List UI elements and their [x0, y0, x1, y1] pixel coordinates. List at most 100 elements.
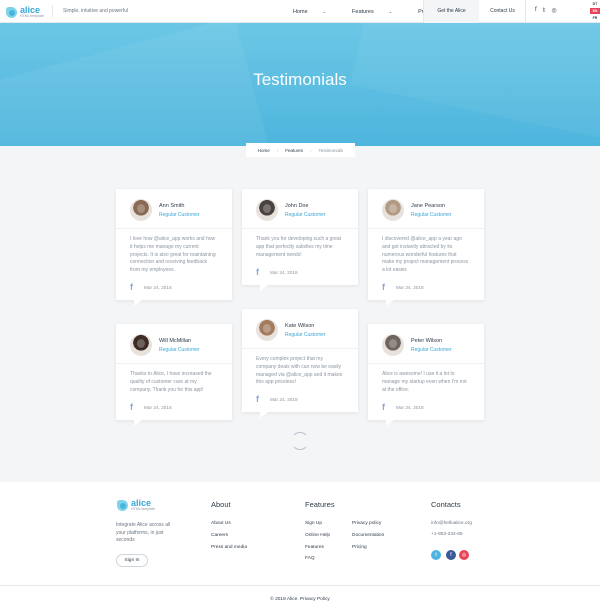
- testimonial-card: Will McMillan Regular Customer Thanks to A…: [116, 324, 232, 426]
- customer-role: Regular Customer: [159, 212, 200, 218]
- testimonial-text: Thanks to Alice, I have increased the qu…: [130, 371, 212, 393]
- speech-tail: [260, 285, 268, 291]
- facebook-icon[interactable]: f: [446, 550, 456, 560]
- facebook-icon[interactable]: f: [130, 403, 136, 412]
- footer-logo[interactable]: alice HTML template: [117, 499, 155, 512]
- card-header: Peter Wilson Regular Customer: [368, 324, 484, 364]
- instagram-icon[interactable]: ◎: [459, 550, 469, 560]
- testimonial-text: Thank you for developing such a great ap…: [256, 236, 342, 258]
- breadcrumb: Home › Features › Testimonials: [246, 143, 355, 157]
- footer-about-title: About: [211, 500, 231, 509]
- facebook-icon[interactable]: f: [382, 283, 388, 292]
- testimonial-card: John Doe Regular Customer Thank you for de…: [242, 189, 358, 291]
- footer-contacts-title: Contacts: [431, 500, 461, 509]
- testimonial-card: Ann Smith Regular Customer I love how @ali…: [116, 189, 232, 306]
- footer-link-online-help[interactable]: Online Help: [305, 533, 330, 538]
- card-footer: f Mar 24, 2018: [256, 268, 298, 277]
- speech-tail: [260, 412, 268, 418]
- chevron-down-icon: ⌄: [388, 8, 393, 14]
- footer-link-careers[interactable]: Careers: [211, 533, 228, 538]
- hero-banner: Testimonials: [0, 23, 600, 146]
- speech-tail: [134, 420, 142, 426]
- customer-name: Jane Pearson: [411, 203, 445, 209]
- breadcrumb-current: Testimonials: [318, 147, 344, 153]
- card-footer: f Mar 24, 2018: [256, 395, 298, 404]
- footer-phone[interactable]: +1-853-234-65: [431, 532, 463, 537]
- page-title: Testimonials: [253, 70, 347, 89]
- customer-name: Will McMillan: [159, 338, 192, 344]
- customer-name: Ann Smith: [159, 203, 185, 209]
- customer-role: Regular Customer: [411, 347, 452, 353]
- testimonial-date: Mar 24, 2018: [396, 405, 424, 410]
- tagline: Simple, intuitive and powerful: [52, 5, 128, 17]
- testimonial-card: Kate Wilson Regular Customer Every complex…: [242, 309, 358, 418]
- testimonial-text: I discovered @alice_app a year ago and g…: [382, 236, 469, 274]
- testimonial-card: Peter Wilson Regular Customer Alice is awe…: [368, 324, 484, 426]
- load-more-icon[interactable]: [291, 432, 309, 450]
- contact-us-button[interactable]: Contact Us: [480, 0, 526, 23]
- testimonial-text: Alice is awesome! I use it a lot to mana…: [382, 371, 467, 393]
- get-alice-button[interactable]: Get the Alice: [423, 0, 479, 23]
- speech-tail: [386, 420, 394, 426]
- customer-role: Regular Customer: [285, 332, 326, 338]
- logo-mark-icon: [117, 499, 128, 511]
- header: alice HTML template Simple, intuitive an…: [0, 0, 600, 23]
- card-footer: f Mar 24, 2018: [130, 403, 172, 412]
- avatar: [256, 319, 278, 341]
- card-footer: f Mar 24, 2018: [130, 283, 172, 292]
- testimonial-date: Mar 24, 2018: [270, 397, 298, 402]
- card-footer: f Mar 24, 2018: [382, 403, 424, 412]
- sign-in-button[interactable]: Sign In: [116, 554, 148, 567]
- logo[interactable]: alice HTML template: [6, 4, 44, 20]
- twitter-icon[interactable]: 𝕥: [543, 7, 546, 14]
- header-socials: f 𝕥 ◎: [535, 7, 557, 14]
- customer-name: Kate Wilson: [285, 323, 315, 329]
- customer-name: John Doe: [285, 203, 309, 209]
- footer-link-sign-up[interactable]: Sign Up: [305, 521, 322, 526]
- footer-features-title: Features: [305, 500, 335, 509]
- instagram-icon[interactable]: ◎: [551, 7, 556, 14]
- facebook-icon[interactable]: f: [256, 268, 262, 277]
- avatar: [130, 199, 152, 221]
- testimonial-text: I love how @alice_app works and how it h…: [130, 236, 216, 274]
- customer-role: Regular Customer: [411, 212, 452, 218]
- footer-link-privacy[interactable]: Privacy policy: [352, 521, 381, 526]
- footer-logo-subtitle: HTML template: [131, 507, 155, 511]
- logo-subtitle: HTML template: [20, 13, 44, 18]
- lang-en[interactable]: EN: [590, 8, 600, 14]
- footer-link-pricing[interactable]: Pricing: [352, 545, 367, 550]
- facebook-icon[interactable]: f: [535, 7, 537, 14]
- footer-link-faq[interactable]: FAQ: [305, 556, 315, 561]
- breadcrumb-separator: ›: [276, 147, 279, 153]
- facebook-icon[interactable]: f: [130, 283, 136, 292]
- facebook-icon[interactable]: f: [382, 403, 388, 412]
- testimonial-card: Jane Pearson Regular Customer I discovered…: [368, 189, 484, 306]
- footer-link-features[interactable]: Features: [305, 545, 324, 550]
- lang-fr[interactable]: FR: [590, 15, 600, 21]
- avatar: [256, 199, 278, 221]
- testimonial-text: Every complex project that my company de…: [256, 356, 343, 386]
- nav-item-features[interactable]: Features ⌄: [352, 9, 405, 15]
- nav-item-home[interactable]: Home ⌄: [293, 9, 339, 15]
- footer-link-press[interactable]: Press and media: [211, 545, 247, 550]
- lang-dt[interactable]: DT: [590, 1, 600, 7]
- speech-tail: [134, 300, 142, 306]
- chevron-down-icon: ⌄: [322, 8, 327, 14]
- customer-role: Regular Customer: [285, 212, 326, 218]
- breadcrumb-features[interactable]: Features: [285, 148, 303, 153]
- testimonial-date: Mar 24, 2018: [396, 285, 424, 290]
- footer-email[interactable]: info@helloalice.org: [431, 521, 472, 526]
- testimonial-date: Mar 24, 2018: [270, 270, 298, 275]
- customer-name: Peter Wilson: [411, 338, 443, 344]
- testimonial-date: Mar 24, 2018: [144, 405, 172, 410]
- breadcrumb-separator: ›: [310, 147, 312, 153]
- footer-link-documentation[interactable]: Documentation: [352, 533, 384, 538]
- facebook-icon[interactable]: f: [256, 395, 262, 404]
- footer-link-about-us[interactable]: About Us: [211, 521, 231, 526]
- twitter-icon[interactable]: 𝕥: [431, 550, 441, 560]
- card-header: Kate Wilson Regular Customer: [242, 309, 358, 349]
- logo-mark-icon: [6, 6, 17, 18]
- breadcrumb-home[interactable]: Home: [258, 148, 270, 153]
- card-header: Jane Pearson Regular Customer: [368, 189, 484, 229]
- customer-role: Regular Customer: [159, 347, 200, 353]
